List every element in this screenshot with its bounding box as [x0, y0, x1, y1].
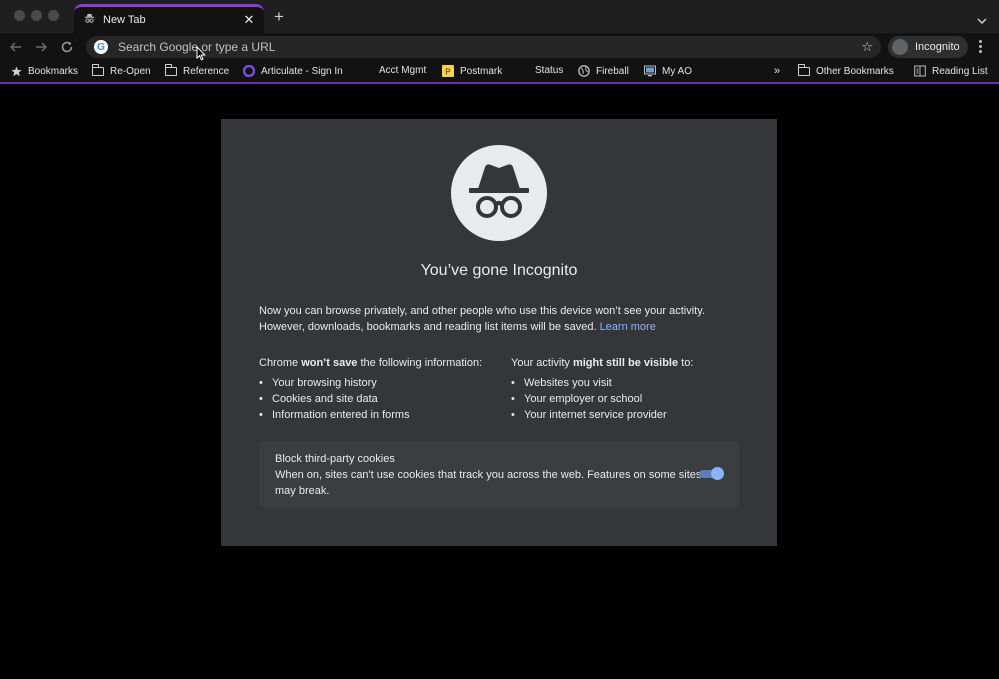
reading-list-icon [914, 65, 926, 77]
folder-icon [91, 63, 104, 77]
block-cookies-panel: Block third-party cookies When on, sites… [259, 441, 739, 508]
incognito-tab-icon [84, 11, 95, 29]
menu-kebab-icon[interactable] [978, 40, 984, 55]
incognito-avatar-icon [892, 39, 908, 55]
bookmark-item-my-ao[interactable]: My AO [644, 65, 692, 77]
bookmark-item-fireball[interactable]: Fireball [578, 65, 629, 77]
bookmark-label: Reading List [932, 65, 988, 77]
other-bookmarks-folder[interactable]: Other Bookmarks [797, 63, 894, 77]
articulate-icon [243, 65, 255, 77]
monitor-icon [644, 65, 656, 77]
list-item: Your employer or school [511, 391, 693, 407]
bookmark-item-postmark[interactable]: P Postmark [442, 65, 502, 77]
incognito-card: You’ve gone Incognito Now you can browse… [221, 119, 777, 546]
bookmarks-overflow-button[interactable]: » [774, 65, 780, 77]
list-item: Your browsing history [259, 375, 482, 391]
svg-text:P: P [445, 68, 450, 77]
still-visible-column: Your activity might still be visible to:… [511, 355, 693, 423]
close-window-button[interactable] [14, 10, 25, 21]
postmark-icon: P [442, 65, 454, 77]
profile-label: Incognito [915, 41, 960, 53]
mouse-cursor-icon [196, 45, 206, 66]
bookmark-label: Acct Mgmt [379, 65, 427, 76]
bookmark-label: Bookmarks [28, 65, 79, 77]
bookmark-label: My AO [662, 65, 693, 77]
bookmark-label: Other Bookmarks [816, 65, 894, 77]
block-cookies-description: When on, sites can't use cookies that tr… [275, 469, 702, 497]
intro-line-1: Now you can browse privately, and other … [259, 305, 705, 317]
tab-title: New Tab [103, 14, 146, 26]
list-item: Your internet service provider [511, 407, 693, 423]
page-title: You’ve gone Incognito [420, 262, 578, 279]
tab-strip: New Tab ✕ + [0, 0, 999, 33]
list-item: Information entered in forms [259, 407, 482, 423]
bookmark-label: Re-Open [110, 65, 151, 77]
still-visible-heading: Your activity might still be visible to: [511, 357, 694, 369]
wont-save-column: Chrome won’t save the following informat… [259, 355, 482, 423]
toolbar: G ☆ Incognito [0, 33, 999, 61]
bookmark-label: Fireball [596, 65, 629, 77]
bookmark-label: Postmark [460, 65, 503, 77]
google-icon: G [94, 40, 108, 54]
maximize-window-button[interactable] [48, 10, 59, 21]
list-item: Websites you visit [511, 375, 693, 391]
block-cookies-title: Block third-party cookies [275, 453, 395, 465]
incognito-spy-icon [451, 145, 547, 241]
bookmark-label: Reference [183, 65, 230, 77]
folder-icon [797, 63, 810, 77]
bookmark-item-reference[interactable]: Reference [164, 63, 230, 77]
back-arrow-icon[interactable] [9, 40, 23, 54]
new-tab-button[interactable]: + [274, 8, 284, 25]
bookmark-item-articulate[interactable]: Articulate - Sign In [243, 65, 343, 77]
reload-icon[interactable] [60, 40, 74, 54]
forward-arrow-icon[interactable] [34, 40, 48, 54]
bookmark-item-status[interactable]: Status [535, 65, 563, 76]
reading-list-button[interactable]: Reading List [914, 65, 988, 77]
folder-icon [164, 63, 177, 77]
bookmark-label: Status [535, 65, 564, 76]
globe-icon [578, 65, 590, 77]
minimize-window-button[interactable] [31, 10, 42, 21]
wont-save-heading: Chrome won’t save the following informat… [259, 357, 483, 369]
block-cookies-toggle[interactable] [699, 467, 724, 480]
profile-button[interactable]: Incognito [888, 36, 968, 58]
tab-search-chevron-icon[interactable] [977, 12, 987, 30]
bookmark-star-icon[interactable]: ☆ [861, 39, 873, 55]
bookmark-item-re-open[interactable]: Re-Open [91, 63, 151, 77]
list-item: Cookies and site data [259, 391, 482, 407]
intro-text: Now you can browse privately, and other … [259, 303, 739, 335]
bookmark-label: Articulate - Sign In [261, 65, 343, 77]
learn-more-link[interactable]: Learn more [600, 321, 656, 333]
tab-new-tab[interactable]: New Tab ✕ [74, 4, 264, 33]
omnibox-input[interactable] [118, 40, 862, 54]
close-tab-icon[interactable]: ✕ [242, 12, 256, 28]
bookmark-item-bookmarks[interactable]: Bookmarks [10, 65, 78, 77]
bookmarks-bar: Bookmarks Re-Open Reference Articulate -… [0, 61, 999, 84]
star-icon [10, 65, 22, 77]
bookmark-item-acct-mgmt[interactable]: Acct Mgmt [379, 65, 426, 76]
intro-line-2: However, downloads, bookmarks and readin… [259, 321, 597, 333]
